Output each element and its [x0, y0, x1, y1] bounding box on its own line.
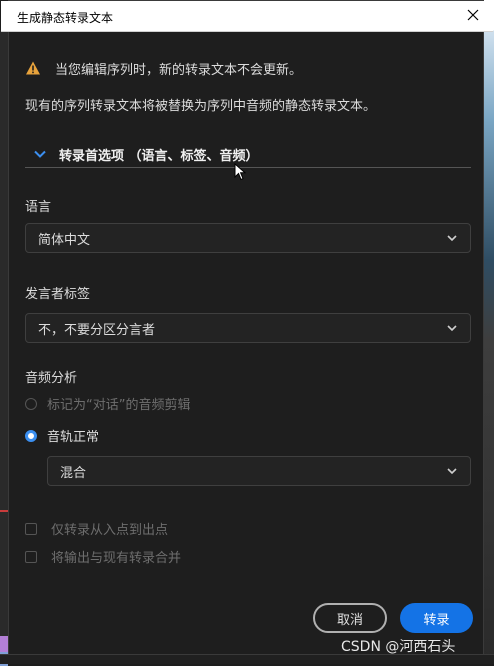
background-clip-1	[0, 636, 8, 652]
info-text: 现有的序列转录文本将被替换为序列中音频的静态转录文本。	[25, 99, 377, 114]
transcription-preferences-toggle[interactable]: 转录首选项 （语言、标签、音频）	[25, 141, 471, 168]
dialog-titlebar: 生成静态转录文本	[1, 1, 493, 32]
radio-button[interactable]	[25, 397, 37, 410]
audio-track-value: 混合	[60, 465, 87, 481]
language-select[interactable]: 简体中文	[25, 223, 471, 253]
background-playhead-mark	[0, 510, 8, 512]
generate-transcript-dialog: 生成静态转录文本 当您编辑序列时，新的转录文本不会更新。 现有的序列转录文本将被…	[1, 0, 493, 655]
radio-label: 标记为“对话”的音频剪辑	[47, 398, 191, 413]
audio-analysis-label: 音频分析	[25, 371, 78, 386]
background-app-right	[484, 0, 494, 663]
language-value: 简体中文	[38, 232, 91, 248]
checkbox[interactable]	[25, 522, 37, 535]
mouse-cursor-icon	[234, 163, 246, 181]
radio-button[interactable]	[25, 429, 37, 442]
warning-triangle-icon	[26, 61, 40, 75]
checkbox[interactable]	[25, 550, 37, 563]
audio-track-select[interactable]: 混合	[47, 456, 471, 486]
checkbox-label: 仅转录从入点到出点	[51, 523, 169, 538]
speaker-labels-select[interactable]: 不，不要分区分言者	[25, 313, 471, 343]
radio-label: 音轨正常	[47, 430, 100, 445]
warning-text: 当您编辑序列时，新的转录文本不会更新。	[55, 62, 303, 78]
radio-dialogue-clips[interactable]: 标记为“对话”的音频剪辑	[25, 394, 190, 413]
checkbox-in-to-out[interactable]: 仅转录从入点到出点	[25, 519, 168, 538]
chevron-down-icon	[447, 325, 457, 332]
cancel-button[interactable]: 取消	[313, 603, 387, 633]
checkbox-merge-output[interactable]: 将输出与现有转录合并	[25, 547, 181, 566]
chevron-down-icon	[34, 150, 46, 158]
section-label: 转录首选项 （语言、标签、音频）	[59, 148, 259, 164]
chevron-down-icon	[447, 468, 457, 475]
close-icon[interactable]	[465, 7, 481, 23]
transcribe-button[interactable]: 转录	[400, 603, 473, 633]
warning-message: 当您编辑序列时，新的转录文本不会更新。	[25, 59, 303, 78]
speaker-labels-value: 不，不要分区分言者	[38, 322, 156, 338]
radio-audio-track[interactable]: 音轨正常	[25, 426, 99, 445]
checkbox-label: 将输出与现有转录合并	[51, 551, 182, 566]
background-app-left	[0, 30, 8, 666]
speaker-labels-label: 发言者标签	[25, 287, 91, 302]
dialog-title: 生成静态转录文本	[17, 11, 114, 25]
chevron-down-icon	[447, 235, 457, 242]
language-label: 语言	[25, 200, 52, 215]
watermark: CSDN @河西石头	[341, 639, 456, 655]
